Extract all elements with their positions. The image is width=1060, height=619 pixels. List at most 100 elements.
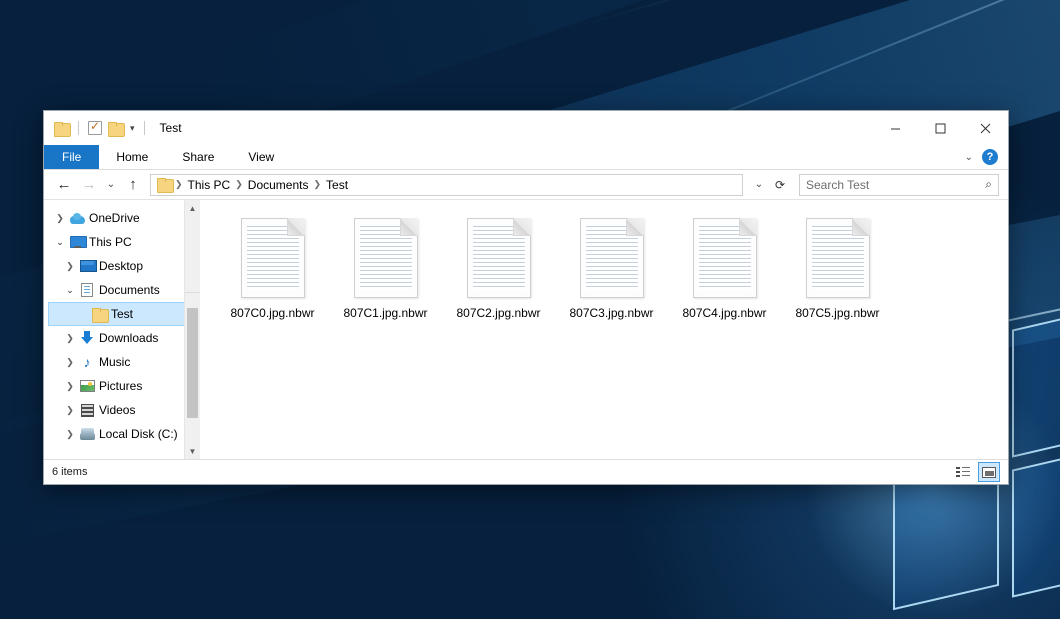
chevron-right-icon[interactable]: ❯: [62, 357, 78, 368]
close-button[interactable]: [963, 111, 1008, 145]
document-fold-corner: [400, 218, 418, 236]
file-name: 807C4.jpg.nbwr: [682, 306, 766, 320]
details-view-button[interactable]: [952, 462, 974, 482]
sidebar-item-desktop[interactable]: ❯ Desktop: [44, 254, 200, 278]
sidebar-item-label: Desktop: [96, 259, 143, 273]
tab-file[interactable]: File: [44, 145, 99, 169]
item-count-label: 6 items: [52, 466, 87, 478]
maximize-button[interactable]: [918, 111, 963, 145]
new-folder-icon[interactable]: [108, 122, 123, 135]
tab-view[interactable]: View: [231, 145, 291, 169]
search-icon[interactable]: ⌕: [985, 177, 992, 192]
address-dropdown-icon[interactable]: ⌄: [750, 179, 768, 190]
chevron-right-icon[interactable]: ❯: [52, 213, 68, 224]
file-item[interactable]: 807C2.jpg.nbwr: [442, 214, 555, 324]
address-bar-controls: ⌄ ⟳: [750, 178, 790, 192]
tab-home[interactable]: Home: [99, 145, 165, 169]
navigation-pane-scrollbar[interactable]: ▲ ▼: [184, 200, 200, 459]
document-fold-corner: [626, 218, 644, 236]
forward-button[interactable]: →: [78, 174, 100, 196]
music-icon: ♪: [78, 355, 96, 369]
file-list-view[interactable]: 807C0.jpg.nbwr 807C1.jpg.nbwr 807C2.jpg.…: [200, 200, 1008, 459]
sidebar-item-this-pc[interactable]: ⌄ This PC: [44, 230, 200, 254]
status-bar: 6 items: [44, 459, 1008, 484]
breadcrumb-test[interactable]: Test: [322, 178, 352, 192]
quick-access-toolbar: ▾: [54, 121, 148, 135]
chevron-down-icon[interactable]: ⌄: [52, 237, 68, 248]
tab-share[interactable]: Share: [165, 145, 231, 169]
window-controls: [873, 111, 1008, 145]
breadcrumb-documents[interactable]: Documents: [244, 178, 313, 192]
sidebar-item-music[interactable]: ❯ ♪ Music: [44, 350, 200, 374]
breadcrumb-separator: ❯: [234, 179, 244, 190]
ribbon-tab-strip: File Home Share View ⌄ ?: [44, 145, 1008, 170]
search-placeholder: Search Test: [806, 178, 869, 192]
chevron-down-icon[interactable]: ⌄: [62, 285, 78, 296]
sidebar-item-label: Music: [96, 355, 130, 369]
pictures-icon: [78, 380, 96, 392]
disk-icon: [78, 428, 96, 440]
breadcrumb-separator: ❯: [174, 179, 184, 190]
document-fold-corner: [739, 218, 757, 236]
sidebar-item-documents[interactable]: ⌄ Documents: [44, 278, 200, 302]
chevron-right-icon[interactable]: ❯: [62, 429, 78, 440]
window-body: ❯ OneDrive ⌄ This PC ❯ Desktop ⌄ Documen…: [44, 200, 1008, 459]
sidebar-item-test[interactable]: Test: [48, 302, 194, 326]
help-icon[interactable]: ?: [982, 149, 998, 165]
refresh-icon[interactable]: ⟳: [770, 178, 790, 192]
sidebar-item-local-disk[interactable]: ❯ Local Disk (C:): [44, 422, 200, 446]
chevron-down-icon[interactable]: ⌄: [965, 152, 973, 163]
file-item[interactable]: 807C5.jpg.nbwr: [781, 214, 894, 324]
chevron-right-icon[interactable]: ❯: [62, 333, 78, 344]
file-item[interactable]: 807C1.jpg.nbwr: [329, 214, 442, 324]
minimize-button[interactable]: [873, 111, 918, 145]
file-item[interactable]: 807C3.jpg.nbwr: [555, 214, 668, 324]
scroll-up-icon[interactable]: ▲: [185, 200, 200, 216]
sidebar-item-onedrive[interactable]: ❯ OneDrive: [44, 206, 200, 230]
document-fold-corner: [852, 218, 870, 236]
back-button[interactable]: ←: [53, 174, 75, 196]
file-explorer-window: ▾ Test File Home Share View ⌄ ? ← →: [43, 110, 1009, 485]
file-name: 807C2.jpg.nbwr: [456, 306, 540, 320]
scrollbar-thumb[interactable]: [187, 308, 198, 418]
file-name: 807C0.jpg.nbwr: [230, 306, 314, 320]
customize-quick-access-icon[interactable]: ▾: [130, 123, 135, 134]
view-toggle-group: [952, 462, 1000, 482]
properties-icon[interactable]: [88, 121, 102, 135]
document-fold-corner: [513, 218, 531, 236]
chevron-right-icon[interactable]: ❯: [62, 405, 78, 416]
folder-icon[interactable]: [54, 122, 69, 135]
sidebar-item-downloads[interactable]: ❯ Downloads: [44, 326, 200, 350]
recent-locations-button[interactable]: ⌄: [103, 174, 119, 196]
address-bar[interactable]: ❯ This PC ❯ Documents ❯ Test: [150, 174, 743, 196]
generic-document-icon: [580, 218, 644, 298]
file-name: 807C1.jpg.nbwr: [343, 306, 427, 320]
window-title: Test: [160, 121, 182, 135]
file-name: 807C5.jpg.nbwr: [795, 306, 879, 320]
scroll-down-icon[interactable]: ▼: [185, 443, 200, 459]
onedrive-icon: [68, 213, 86, 224]
document-fold-corner: [287, 218, 305, 236]
sidebar-item-videos[interactable]: ❯ Videos: [44, 398, 200, 422]
sidebar-item-label: Test: [108, 307, 133, 321]
generic-document-icon: [241, 218, 305, 298]
file-item[interactable]: 807C4.jpg.nbwr: [668, 214, 781, 324]
generic-document-icon: [693, 218, 757, 298]
sidebar-item-label: OneDrive: [86, 211, 140, 225]
breadcrumb-this-pc[interactable]: This PC: [184, 178, 235, 192]
sidebar-item-pictures[interactable]: ❯ Pictures: [44, 374, 200, 398]
chevron-right-icon[interactable]: ❯: [62, 381, 78, 392]
address-folder-icon: [157, 178, 172, 191]
search-box[interactable]: Search Test ⌕: [799, 174, 999, 196]
large-icons-view-button[interactable]: [978, 462, 1000, 482]
sidebar-item-label: Local Disk (C:): [96, 427, 178, 441]
large-icons-view-icon: [982, 467, 996, 478]
ribbon-right-controls: ⌄ ?: [965, 145, 1008, 169]
generic-document-icon: [467, 218, 531, 298]
chevron-right-icon[interactable]: ❯: [62, 261, 78, 272]
sidebar-item-label: Videos: [96, 403, 135, 417]
file-item[interactable]: 807C0.jpg.nbwr: [216, 214, 329, 324]
file-grid: 807C0.jpg.nbwr 807C1.jpg.nbwr 807C2.jpg.…: [200, 214, 1008, 324]
sidebar-item-label: Documents: [96, 283, 160, 297]
up-button[interactable]: ↑: [122, 174, 144, 196]
